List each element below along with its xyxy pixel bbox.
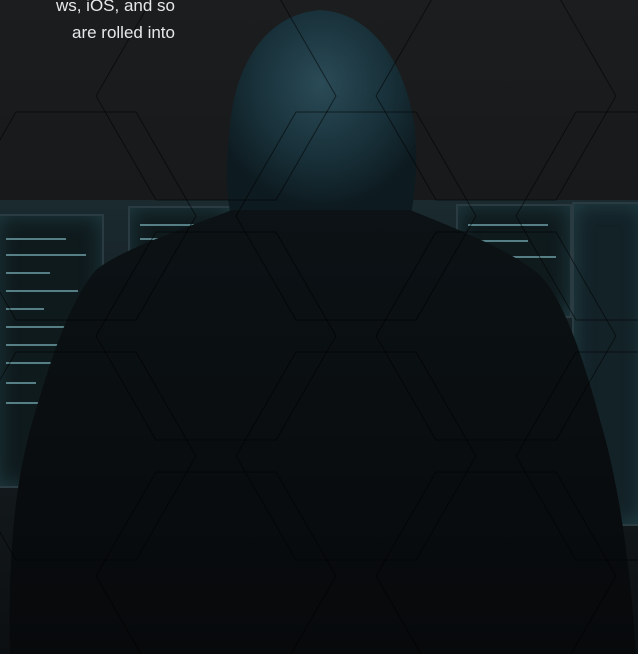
intro-text-line-2: are rolled into bbox=[71, 23, 175, 42]
intro-text: ws, iOS, and so are rolled into bbox=[0, 0, 175, 46]
hooded-person-silhouette bbox=[9, 10, 636, 654]
page: ws, iOS, and so are rolled into bbox=[0, 0, 638, 654]
intro-text-line-1: ws, iOS, and so bbox=[55, 0, 175, 15]
